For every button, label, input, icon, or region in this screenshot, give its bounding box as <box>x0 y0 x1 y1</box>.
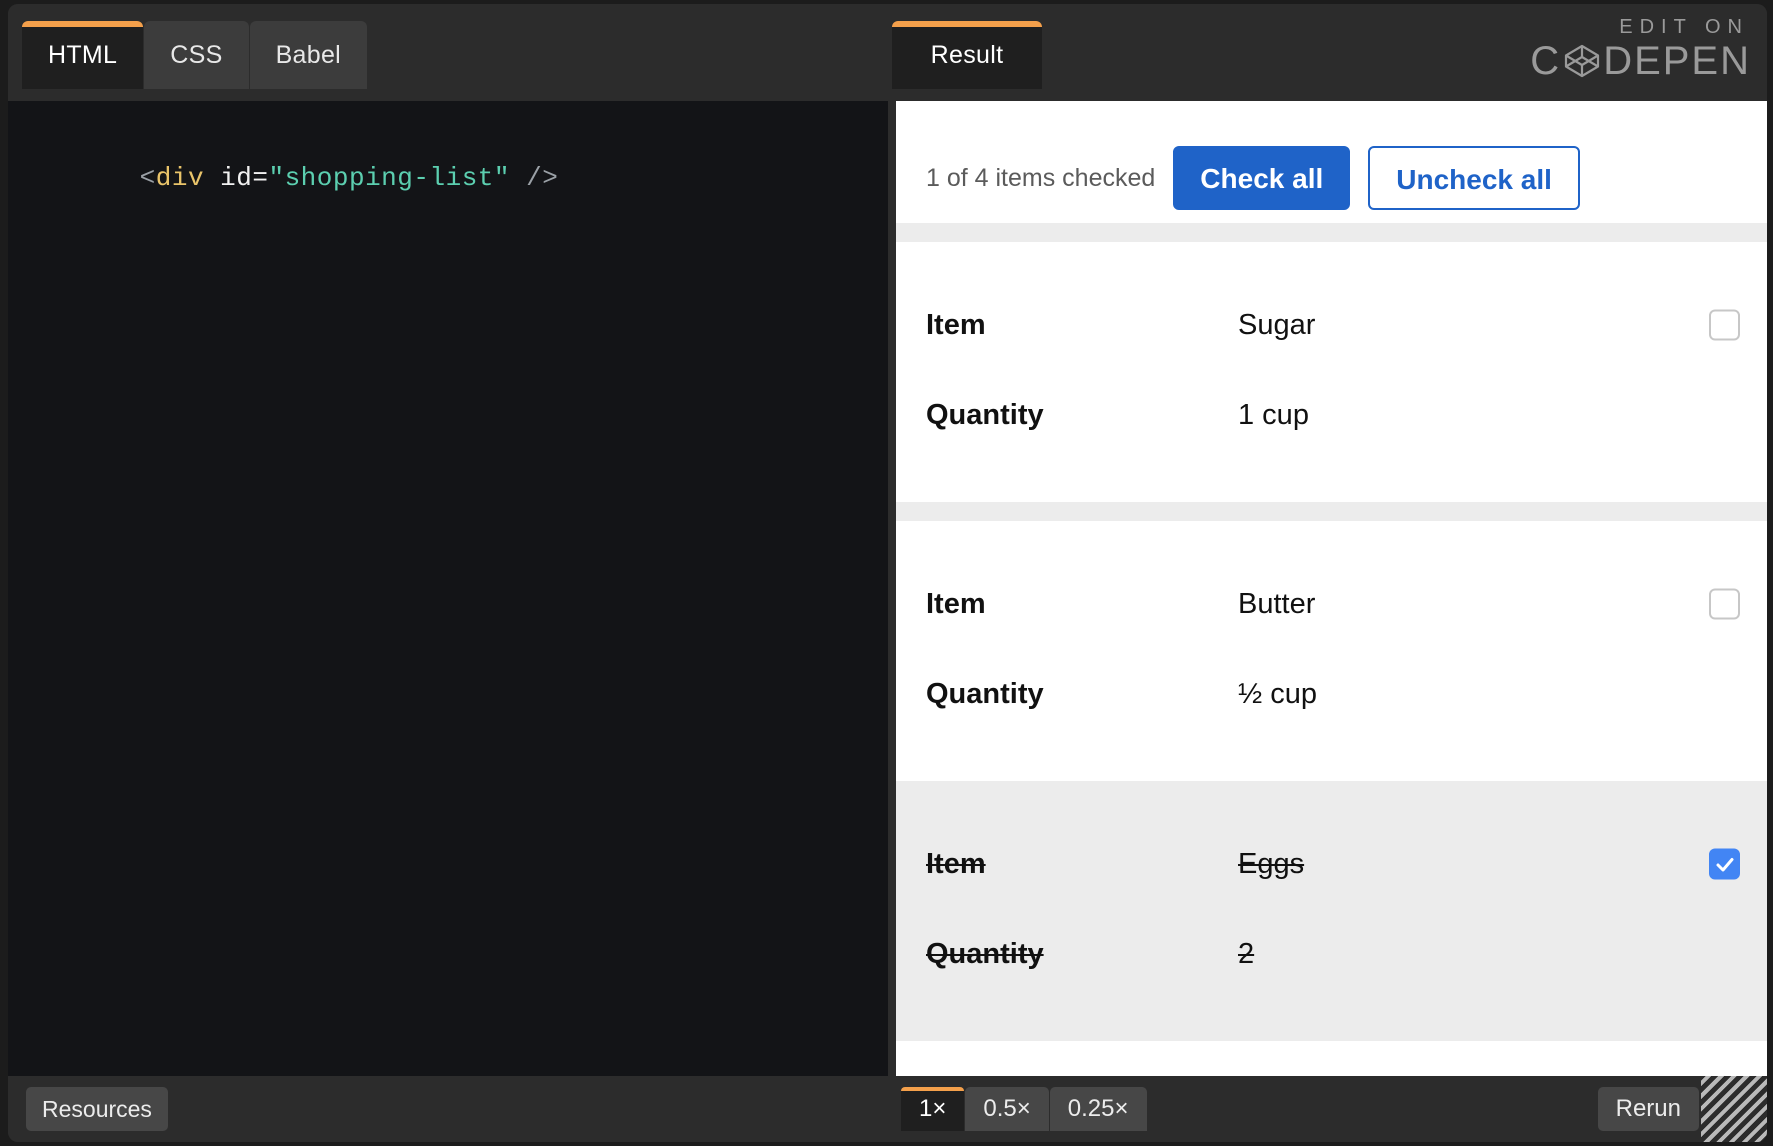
row-separator <box>896 223 1767 242</box>
tab-css[interactable]: CSS <box>144 21 248 89</box>
code-attribute-value: "shopping-list" <box>268 163 510 193</box>
code-attribute-name: id= <box>204 163 268 193</box>
edit-on-label: EDIT ON <box>1530 16 1751 39</box>
html-code-editor[interactable]: <div id="shopping-list" /> <box>8 101 888 1076</box>
quantity-value: 2 <box>1238 938 1254 971</box>
tab-result[interactable]: Result <box>892 21 1042 89</box>
codepen-logo-icon <box>1562 41 1602 81</box>
code-open-bracket: < <box>140 163 156 193</box>
tab-html-label: HTML <box>48 41 117 70</box>
result-preview-pane: 1 of 4 items checked Check all Uncheck a… <box>896 101 1767 1076</box>
quantity-label: Quantity <box>926 678 1238 711</box>
item-label: Item <box>926 588 1238 621</box>
item-checkbox[interactable] <box>1709 589 1740 620</box>
tab-babel[interactable]: Babel <box>250 21 367 89</box>
item-quantity-line: Quantity 1 cup <box>896 370 1767 460</box>
tab-html[interactable]: HTML <box>22 21 143 89</box>
item-name-line: Item Sugar <box>896 280 1767 370</box>
check-all-button[interactable]: Check all <box>1173 146 1350 210</box>
tab-result-label: Result <box>931 41 1004 70</box>
codepen-wordmark-prefix: C <box>1530 41 1561 81</box>
list-item[interactable]: Item Butter Quantity ½ cup <box>896 521 1767 781</box>
quantity-label: Quantity <box>926 938 1238 971</box>
resources-button[interactable]: Resources <box>26 1087 168 1131</box>
uncheck-all-button[interactable]: Uncheck all <box>1368 146 1580 210</box>
edit-on-codepen-link[interactable]: EDIT ON C DEPEN <box>1530 16 1751 81</box>
quantity-label: Quantity <box>926 399 1238 432</box>
list-item[interactable]: Item Eggs Quantity 2 <box>896 781 1767 1041</box>
zoom-level-group: 1× 0.5× 0.25× <box>901 1087 1147 1131</box>
item-name-line: Item Butter <box>896 559 1767 649</box>
zoom-0.25x-button[interactable]: 0.25× <box>1050 1087 1147 1131</box>
list-item-partial[interactable] <box>896 1041 1767 1076</box>
tab-babel-label: Babel <box>276 41 341 70</box>
list-item[interactable]: Item Sugar Quantity 1 cup <box>896 242 1767 502</box>
code-close-bracket: /> <box>510 163 558 193</box>
editor-tab-strip: HTML CSS Babel <box>22 21 367 89</box>
item-quantity-line: Quantity ½ cup <box>896 649 1767 739</box>
top-bar: HTML CSS Babel Result EDIT ON C <box>8 4 1767 101</box>
bottom-toolbar: Resources 1× 0.5× 0.25× Rerun <box>8 1076 1767 1142</box>
code-tag-name: div <box>156 163 204 193</box>
item-value: Sugar <box>1238 309 1315 342</box>
quantity-value: 1 cup <box>1238 399 1309 432</box>
item-name-line: Item Eggs <box>896 819 1767 909</box>
codepen-wordmark: C DEPEN <box>1530 41 1751 81</box>
result-tab-strip: Result <box>892 21 1042 89</box>
item-value: Butter <box>1238 588 1315 621</box>
codepen-wordmark-suffix: DEPEN <box>1603 41 1751 81</box>
rerun-button[interactable]: Rerun <box>1598 1087 1699 1131</box>
item-value: Eggs <box>1238 848 1304 881</box>
codepen-embed-frame: HTML CSS Babel Result EDIT ON C <box>8 4 1767 1142</box>
code-line-1[interactable]: <div id="shopping-list" /> <box>43 133 558 223</box>
row-separator <box>896 502 1767 521</box>
item-label: Item <box>926 848 1238 881</box>
item-checkbox[interactable] <box>1709 310 1740 341</box>
zoom-0.5x-button[interactable]: 0.5× <box>965 1087 1048 1131</box>
zoom-1x-button[interactable]: 1× <box>901 1087 964 1131</box>
quantity-value: ½ cup <box>1238 678 1317 711</box>
shopping-list-header: 1 of 4 items checked Check all Uncheck a… <box>896 101 1767 223</box>
item-checkbox[interactable] <box>1709 849 1740 880</box>
item-quantity-line: Quantity 2 <box>896 909 1767 999</box>
resize-handle[interactable] <box>1701 1076 1767 1142</box>
item-label: Item <box>926 309 1238 342</box>
tab-css-label: CSS <box>170 41 222 70</box>
checked-count-status: 1 of 4 items checked <box>926 164 1155 193</box>
